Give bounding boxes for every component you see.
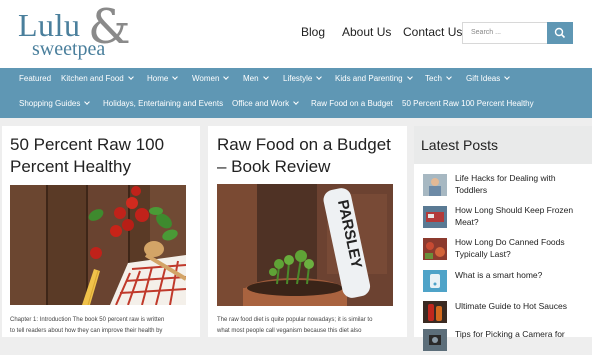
article-card: Raw Food on a Budget – Book Review PARSL… [208,126,407,337]
latest-post-title[interactable]: How Long Do Canned Foods Typically Last? [455,236,587,260]
excerpt-line: to tell readers about how they can impro… [10,328,163,334]
nav-item-label: Tech [425,74,442,83]
article-excerpt: Chapter 1: Introduction The book 50 perc… [10,315,194,337]
excerpt-line: Chapter 1: Introduction The book 50 perc… [10,317,165,323]
latest-post-item[interactable]: Ultimate Guide to Hot Sauces [423,299,592,327]
nav-item-label: Kids and Parenting [335,74,403,83]
chevron-down-icon [84,99,91,105]
nav-item-kitchen-and-food[interactable]: Kitchen and Food [61,74,134,83]
main-navigation: Featured Kitchen and Food Home Women Men… [0,68,592,118]
latest-post-item[interactable]: How Long Do Canned Foods Typically Last? [423,236,592,264]
chevron-down-icon [316,74,323,80]
post-title-line: How Long Do Canned Foods [455,237,565,247]
nav-link-about-us[interactable]: About Us [342,25,391,39]
post-thumbnail[interactable] [423,301,447,323]
article-title-link[interactable]: 50 Percent Raw 100 Percent Healthy [10,134,164,178]
nav-item-label: Featured [19,74,52,83]
latest-post-title[interactable]: Tips for Picking a Camera for [455,328,587,340]
post-title-line: Toddlers [455,185,488,195]
nav-item-shopping-guides[interactable]: Shopping Guides [19,99,91,108]
nav-link-contact-us[interactable]: Contact Us [403,25,462,39]
site-logo[interactable]: Lulu & sweetpea [18,2,138,60]
post-thumbnail[interactable] [423,329,447,351]
article-image-tomatoes-basil[interactable] [10,185,186,305]
nav-item-label: Home [147,74,169,83]
chevron-down-icon [262,74,269,80]
latest-post-item[interactable]: What is a smart home? [423,268,592,296]
nav-item-label: Kitchen and Food [61,74,124,83]
post-thumbnail[interactable] [423,174,447,196]
excerpt-line: The raw food diet is quite popular nowad… [217,317,373,323]
main-nav-row-2: Shopping Guides Holidays, Entertaining a… [0,93,592,117]
chevron-down-icon [293,99,299,105]
nav-item-label: Women [192,74,220,83]
latest-post-item[interactable]: How Long Should Keep Frozen Meat? [423,204,592,232]
article-title-line: 50 Percent Raw 100 [10,135,165,154]
logo-word-lulu: Lulu [18,7,81,43]
article-excerpt: The raw food diet is quite popular nowad… [217,315,401,337]
nav-item-label: Raw Food on a Budget [311,99,393,108]
chevron-down-icon [446,74,452,80]
latest-post-title[interactable]: Life Hacks for Dealing with Toddlers [455,172,587,196]
nav-item-label: Men [243,74,259,83]
post-thumbnail[interactable] [423,238,447,260]
site-header: Lulu & sweetpea Blog About Us Contact Us… [0,0,592,68]
nav-item-tech[interactable]: Tech [425,74,452,83]
sidebar-title: Latest Posts [421,137,499,153]
sidebar-header: Latest Posts [414,126,592,164]
latest-post-title[interactable]: How Long Should Keep Frozen Meat? [455,204,587,228]
post-title-line: How Long Should Keep Frozen [455,205,574,215]
search-button[interactable] [547,22,573,44]
main-nav-row-1: Featured Kitchen and Food Home Women Men… [0,68,592,92]
latest-post-title[interactable]: Ultimate Guide to Hot Sauces [455,300,587,312]
nav-item-lifestyle[interactable]: Lifestyle [283,74,323,83]
nav-item-50-percent-raw[interactable]: 50 Percent Raw 100 Percent Healthy [402,99,534,108]
chevron-down-icon [406,74,413,80]
post-title-line: Meat? [455,217,479,227]
article-title-line: – Book Review [217,157,331,176]
nav-item-featured[interactable]: Featured [19,74,51,83]
nav-item-raw-food-on-a-budget[interactable]: Raw Food on a Budget [311,99,393,108]
latest-post-item[interactable]: Life Hacks for Dealing with Toddlers [423,172,592,200]
logo-word-sweetpea: sweetpea [32,38,106,60]
post-thumbnail[interactable] [423,270,447,292]
latest-post-title[interactable]: What is a smart home? [455,269,587,281]
post-title-line: Life Hacks for Dealing with [455,173,556,183]
sidebar-latest-posts: Latest Posts Life Hacks for Dealing with… [414,126,592,351]
nav-item-label: 50 Percent Raw 100 Percent Healthy [402,99,534,108]
article-title-link[interactable]: Raw Food on a Budget – Book Review [217,134,391,178]
latest-post-item[interactable]: Tips for Picking a Camera for [423,327,592,355]
article-title-line: Raw Food on a Budget [217,135,391,154]
nav-item-label: Lifestyle [283,74,313,83]
search-icon [554,27,566,39]
nav-item-office-and-work[interactable]: Office and Work [232,99,299,108]
nav-item-label: Holidays, Entertaining and Events [103,99,224,108]
chevron-down-icon [504,74,511,80]
nav-item-label: Office and Work [232,99,290,108]
chevron-down-icon [223,74,230,80]
nav-item-women[interactable]: Women [192,74,230,83]
excerpt-line: what most people call veganism because t… [217,328,362,334]
nav-item-label: Gift Ideas [466,74,501,83]
nav-item-holidays-entertaining-events[interactable]: Holidays, Entertaining and Events [103,99,223,108]
chevron-down-icon [127,74,134,80]
article-image-parsley-pot[interactable]: PARSLEY [217,184,393,306]
nav-link-blog[interactable]: Blog [301,25,325,39]
post-title-line: Typically Last? [455,249,511,259]
search-input[interactable]: Search ... [462,22,548,44]
nav-item-men[interactable]: Men [243,74,269,83]
post-thumbnail[interactable] [423,206,447,228]
article-card: 50 Percent Raw 100 Percent Healthy Chapt… [2,126,200,337]
nav-item-label: Shopping Guides [19,99,81,108]
nav-item-gift-ideas[interactable]: Gift Ideas [466,74,511,83]
nav-item-home[interactable]: Home [147,74,179,83]
article-title-line: Percent Healthy [10,157,131,176]
nav-item-kids-and-parenting[interactable]: Kids and Parenting [335,74,413,83]
chevron-down-icon [172,74,179,80]
